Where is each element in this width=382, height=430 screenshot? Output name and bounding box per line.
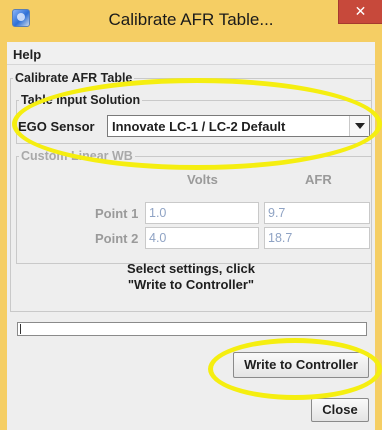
write-to-controller-button[interactable]: Write to Controller [233,352,369,378]
close-button[interactable]: Close [311,398,369,422]
window-close-button[interactable]: ✕ [338,0,382,24]
custom-linear-wb-title: Custom Linear WB [19,149,135,163]
volts-column-header: Volts [187,172,218,187]
window-title: Calibrate AFR Table... [108,10,274,29]
calibrate-afr-group-title: Calibrate AFR Table [13,71,135,85]
point-1-label: Point 1 [95,206,139,221]
point-2-label: Point 2 [95,231,139,246]
menu-bar: Help [7,42,375,65]
point-2-afr-field[interactable]: 18.7 [264,227,370,249]
dialog-client-area: Help Calibrate AFR Table Table Input Sol… [7,42,375,430]
instruction-line-1: Select settings, click [127,261,255,276]
ego-sensor-label: EGO Sensor [18,119,95,134]
afr-column-header: AFR [305,172,332,187]
instruction-line-2: "Write to Controller" [127,277,255,292]
point-1-volts-field[interactable]: 1.0 [145,202,259,224]
progress-bar [17,322,367,336]
menu-help[interactable]: Help [13,47,41,62]
point-1-afr-field[interactable]: 9.7 [264,202,370,224]
point-2-volts-field[interactable]: 4.0 [145,227,259,249]
chevron-down-icon[interactable] [349,116,369,136]
ego-sensor-selected-value: Innovate LC-1 / LC-2 Default [112,119,286,134]
ego-sensor-select[interactable]: Innovate LC-1 / LC-2 Default [107,115,370,137]
table-input-solution-title: Table Input Solution [19,93,143,107]
title-bar[interactable]: Calibrate AFR Table... ✕ [0,0,382,42]
